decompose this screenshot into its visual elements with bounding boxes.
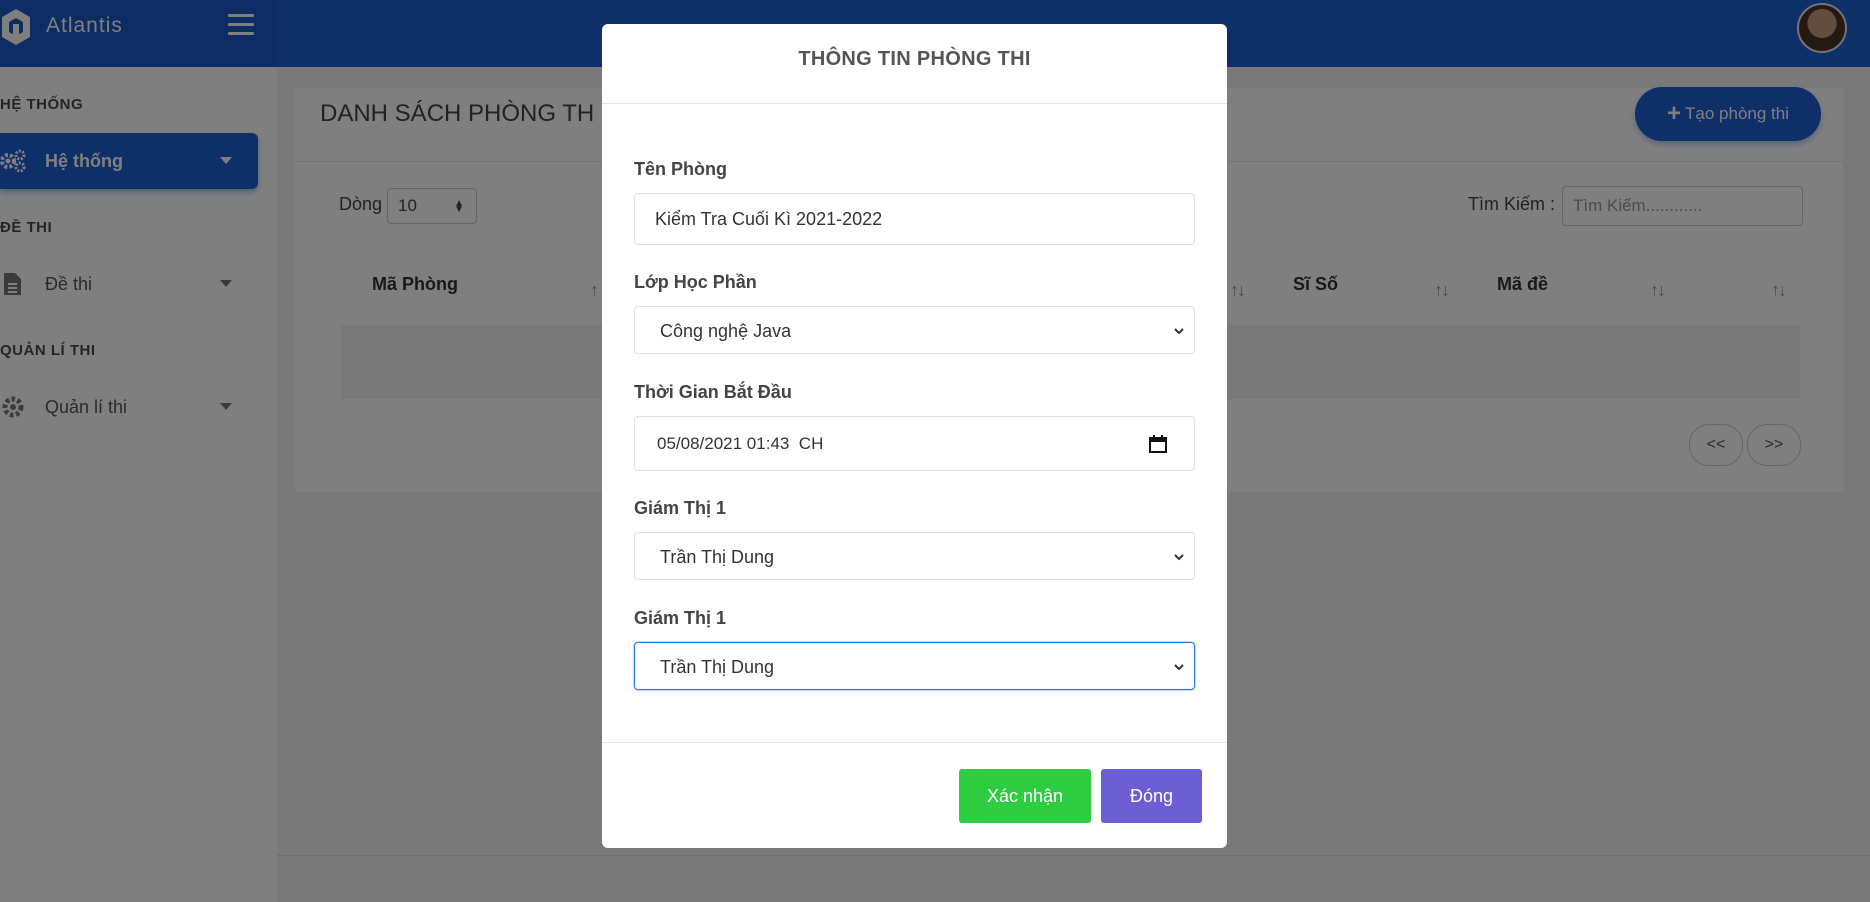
room-name-value: Kiểm Tra Cuối Kì 2021-2022 [655,209,883,229]
proctor2-select[interactable]: Trần Thị Dung [634,642,1195,690]
modal-title: THÔNG TIN PHÒNG THI [798,48,1031,70]
proctor2-label: Giám Thị 1 [634,608,727,628]
confirm-button[interactable]: Xác nhận [959,769,1091,823]
proctor1-select[interactable]: Trần Thị Dung [634,532,1195,580]
course-label: Lớp Học Phần [634,272,757,292]
proctor1-label: Giám Thị 1 [634,498,727,518]
close-button[interactable]: Đóng [1101,769,1202,823]
start-time-label: Thời Gian Bắt Đầu [634,382,792,402]
room-name-label: Tên Phòng [634,159,727,179]
exam-room-info-modal: THÔNG TIN PHÒNG THI Tên Phòng Kiểm Tra C… [602,24,1227,848]
course-select[interactable]: Công nghệ Java [634,306,1195,354]
modal-header-divider [602,103,1227,104]
proctor1-value: Trần Thị Dung [660,547,775,567]
chevron-down-icon [1174,328,1184,335]
room-name-input[interactable]: Kiểm Tra Cuối Kì 2021-2022 [634,193,1195,245]
chevron-down-icon [1174,554,1184,561]
chevron-down-icon [1174,664,1184,671]
start-time-input[interactable]: 05/08/2021 01:43 CH [634,416,1195,471]
course-value: Công nghệ Java [660,321,792,341]
proctor2-value: Trần Thị Dung [660,657,775,677]
start-time-value: 05/08/2021 01:43 CH [657,434,824,453]
modal-footer-divider [602,742,1227,743]
calendar-icon[interactable] [1148,434,1168,454]
